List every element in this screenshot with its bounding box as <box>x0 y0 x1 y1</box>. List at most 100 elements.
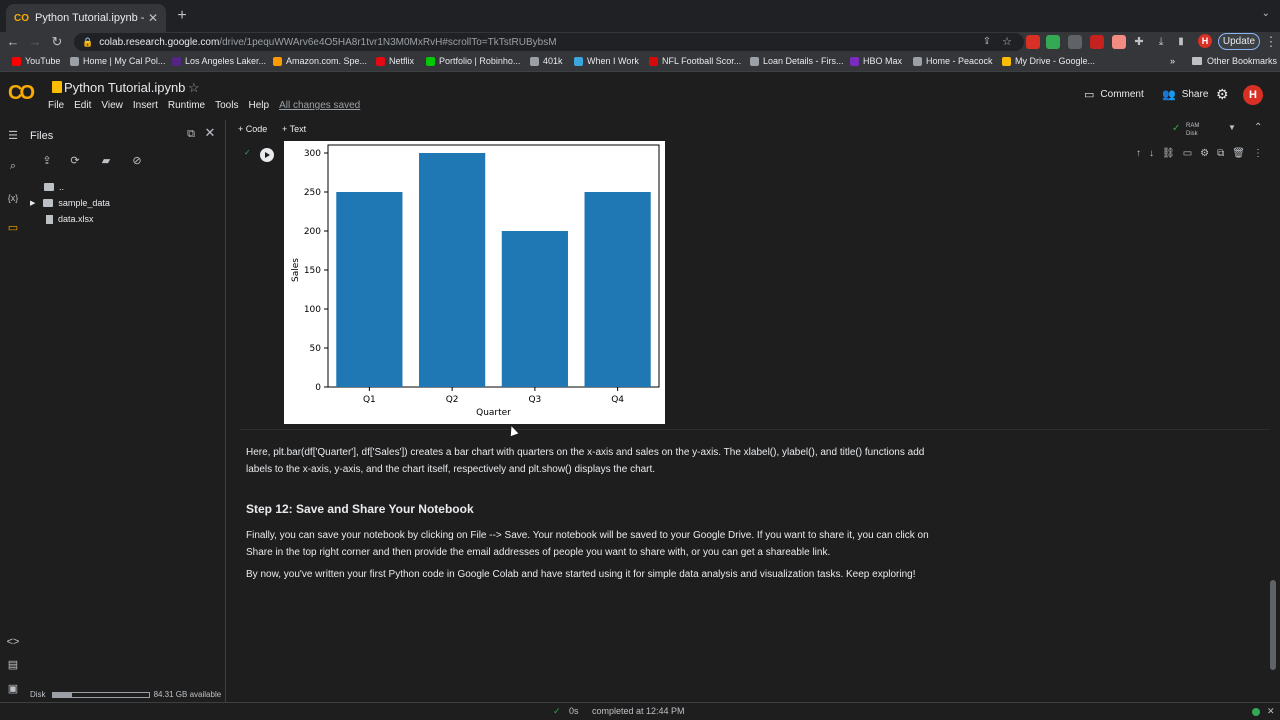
adblock-extension-icon[interactable] <box>1026 35 1040 49</box>
command-palette-icon[interactable]: ▤ <box>5 657 21 673</box>
close-status-icon[interactable]: ✕ <box>1267 706 1275 717</box>
url-omnibox[interactable]: 🔒 colab.research.google.com /drive/1pequ… <box>74 33 1024 51</box>
run-cell-button[interactable] <box>260 148 274 162</box>
terminal-icon[interactable]: ▣ <box>5 681 21 697</box>
notebook-scrollbar[interactable] <box>1270 580 1276 670</box>
hide-files-icon[interactable]: ⊘ <box>130 154 144 168</box>
menu-edit[interactable]: Edit <box>74 100 91 111</box>
menu-file[interactable]: File <box>48 100 64 111</box>
bar-q2 <box>419 153 486 387</box>
menu-help[interactable]: Help <box>248 100 269 111</box>
bookmark-loan[interactable]: Loan Details - Firs... <box>750 56 844 66</box>
new-tab-icon[interactable]: + <box>172 6 192 26</box>
extension-pink-icon[interactable] <box>1112 35 1126 49</box>
tree-item-sample-data[interactable]: ▶ sample_data <box>30 198 110 208</box>
x-tick-label: Q3 <box>528 395 541 405</box>
mirror-cell-icon[interactable]: ⧉ <box>1217 148 1224 159</box>
bookmarks-overflow-icon[interactable]: » <box>1170 56 1175 66</box>
share-button[interactable]: 👥 Share <box>1162 88 1208 101</box>
url-host: colab.research.google.com <box>99 36 220 48</box>
menu-view[interactable]: View <box>101 100 123 111</box>
table-of-contents-icon[interactable]: ☰ <box>5 128 21 144</box>
extensions-puzzle-icon[interactable]: ✚ <box>1130 33 1148 51</box>
collapse-chevron-icon[interactable]: ⌃ <box>1254 122 1262 133</box>
close-tab-icon[interactable]: ✕ <box>148 11 158 25</box>
back-arrow-icon[interactable]: ← <box>4 33 22 51</box>
variables-icon[interactable]: {x} <box>5 190 21 206</box>
bookmark-hbomax[interactable]: HBO Max <box>850 56 902 66</box>
move-up-icon[interactable]: ↑ <box>1136 148 1141 159</box>
bookmark-robinhood[interactable]: Portfolio | Robinho... <box>426 56 520 66</box>
extension-grey-icon[interactable] <box>1068 35 1082 49</box>
close-panel-icon[interactable]: ✕ <box>203 126 217 140</box>
calpoly-icon <box>70 56 79 66</box>
other-bookmarks[interactable]: Other Bookmarks <box>1192 56 1277 66</box>
menu-runtime[interactable]: Runtime <box>168 100 205 111</box>
download-icon[interactable]: ⤓ <box>1152 33 1170 51</box>
browser-profile-avatar[interactable]: H <box>1198 34 1212 48</box>
browser-menu-icon[interactable]: ⋮ <box>1262 33 1280 51</box>
bookmark-lakers[interactable]: Los Angeles Laker... <box>172 56 266 66</box>
colab-favicon-icon: CO <box>14 12 29 24</box>
code-cell-output[interactable]: ✓ ↑ ↓ ⛓ ▭ ⚙ ⧉ 🗑 ⋮ 0 50 100 150 200 250 300 Q1 Q2… <box>240 140 1270 430</box>
bookmark-peacock[interactable]: Home - Peacock <box>913 56 993 66</box>
bookmark-youtube[interactable]: YouTube <box>12 56 60 66</box>
bookmark-star-icon[interactable]: ☆ <box>998 33 1016 51</box>
move-down-icon[interactable]: ↓ <box>1149 148 1154 159</box>
bar-chart: 0 50 100 150 200 250 300 Q1 Q2 Q3 Q4 Quarter Sales <box>291 144 660 418</box>
bookmark-googledrive[interactable]: My Drive - Google... <box>1002 56 1095 66</box>
bookmark-netflix[interactable]: Netflix <box>376 56 414 66</box>
colab-logo[interactable]: CO <box>8 82 35 105</box>
user-avatar[interactable]: H <box>1243 85 1263 105</box>
open-in-tab-icon[interactable]: ⧉ <box>184 127 198 141</box>
colab-header: CO Python Tutorial.ipynb ☆ File Edit Vie… <box>0 72 1280 120</box>
menu-tools[interactable]: Tools <box>215 100 238 111</box>
star-notebook-icon[interactable]: ☆ <box>188 80 200 96</box>
update-button[interactable]: Update <box>1218 33 1260 50</box>
mount-drive-icon[interactable]: ▰ <box>99 154 113 168</box>
bookmark-wheniwork[interactable]: When I Work <box>574 56 639 66</box>
link-401k-icon <box>530 56 539 66</box>
tree-item-parent[interactable]: .. <box>44 182 64 192</box>
tree-item-data-xlsx[interactable]: data.xlsx <box>46 214 94 224</box>
extension-red-icon[interactable] <box>1090 35 1104 49</box>
link-icon[interactable]: ⛓ <box>1162 148 1175 159</box>
delete-cell-icon[interactable]: 🗑 <box>1232 148 1245 159</box>
x-axis-label: Quarter <box>476 408 511 418</box>
y-tick-label: 150 <box>304 266 321 276</box>
runtime-dropdown-icon[interactable]: ▼ <box>1228 123 1236 132</box>
files-folder-icon[interactable]: ▭ <box>5 220 21 236</box>
cell-settings-icon[interactable]: ⚙ <box>1200 148 1209 159</box>
bookmark-amazon[interactable]: Amazon.com. Spe... <box>273 56 367 66</box>
y-tick-label: 300 <box>304 149 321 159</box>
reload-icon[interactable]: ↻ <box>48 33 66 51</box>
comment-button[interactable]: ▭ Comment <box>1084 88 1144 101</box>
bookmark-401k[interactable]: 401k <box>530 56 563 66</box>
notebook-title[interactable]: Python Tutorial.ipynb <box>64 80 185 95</box>
add-code-button[interactable]: + Code <box>238 124 267 134</box>
tab-search-chevron-icon[interactable]: ⌄ <box>1262 8 1270 19</box>
cell-executed-check-icon: ✓ <box>244 148 251 157</box>
search-icon[interactable]: ⌕ <box>5 158 21 174</box>
bookmark-calpoly[interactable]: Home | My Cal Pol... <box>70 56 165 66</box>
bookmark-nfl[interactable]: NFL Football Scor... <box>649 56 741 66</box>
refresh-folder-icon[interactable]: ⟳ <box>68 154 82 168</box>
resource-monitor[interactable]: RAM Disk <box>1186 122 1199 138</box>
side-panel-icon[interactable]: ▮ <box>1172 33 1190 51</box>
save-status-link[interactable]: All changes saved <box>279 100 360 111</box>
bar-q3 <box>501 231 568 387</box>
settings-gear-icon[interactable]: ⚙ <box>1216 86 1229 103</box>
extension-green-icon[interactable] <box>1046 35 1060 49</box>
share-page-icon[interactable]: ⇪ <box>978 33 996 51</box>
forward-arrow-icon[interactable]: → <box>26 33 44 51</box>
comment-cell-icon[interactable]: ▭ <box>1183 148 1192 159</box>
upload-file-icon[interactable]: ⇪ <box>40 154 54 168</box>
cell-more-icon[interactable]: ⋮ <box>1253 148 1263 159</box>
browser-tab[interactable]: CO Python Tutorial.ipynb - Colab ✕ <box>6 4 166 32</box>
menu-insert[interactable]: Insert <box>133 100 158 111</box>
code-snippets-icon[interactable]: <> <box>5 634 21 650</box>
expand-arrow-icon[interactable]: ▶ <box>30 199 35 207</box>
robinhood-icon <box>426 56 435 66</box>
lakers-icon <box>172 56 181 66</box>
add-text-button[interactable]: + Text <box>282 124 306 134</box>
